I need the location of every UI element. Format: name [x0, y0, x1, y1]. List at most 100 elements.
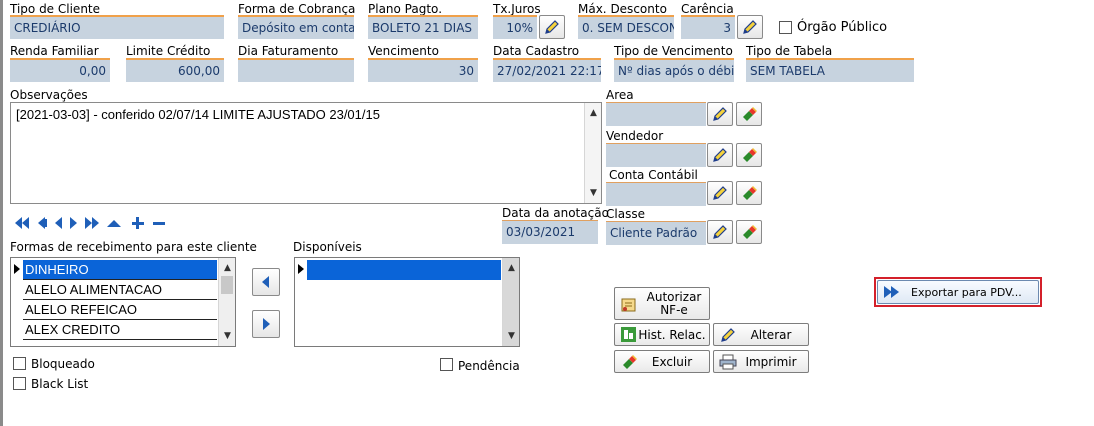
scroll-thumb[interactable] [221, 276, 233, 294]
scroll-down-icon[interactable]: ▼ [219, 328, 236, 344]
pen-icon [743, 20, 757, 34]
scroll-up-icon[interactable]: ▲ [219, 260, 236, 276]
plano-pagto-field[interactable]: BOLETO 21 DIAS [368, 15, 478, 39]
scroll-up-icon[interactable]: ▲ [585, 105, 602, 121]
eraser-icon [743, 225, 757, 239]
renda-familiar-label: Renda Familiar [10, 44, 99, 58]
tipo-vencimento-field[interactable]: Nº dias após o débit [614, 58, 734, 82]
delete-record-icon[interactable] [153, 222, 165, 225]
forma-cobranca-field[interactable]: Depósito em conta [238, 15, 354, 39]
formas-listbox[interactable]: DINHEIRO ALELO ALIMENTACAO ALELO REFEICA… [10, 257, 236, 347]
tipo-cliente-field[interactable]: CREDIÁRIO [10, 15, 224, 39]
last-record-icon[interactable] [85, 217, 99, 229]
conta-contabil-edit-button[interactable] [707, 181, 733, 205]
classe-edit-button[interactable] [707, 220, 733, 244]
observacoes-scrollbar[interactable]: ▲ ▼ [584, 103, 601, 203]
scroll-down-icon[interactable]: ▼ [585, 185, 602, 201]
disponiveis-listbox[interactable]: ▲ ▼ [294, 257, 520, 347]
orgao-publico-label: Órgão Público [797, 20, 888, 35]
vencimento-label: Vencimento [368, 44, 439, 58]
alterar-button[interactable]: Alterar [713, 323, 809, 346]
autorizar-nfe-button[interactable]: Autorizar NF-e [614, 287, 710, 320]
classe-label: Classe [606, 207, 645, 221]
pen-icon [713, 225, 727, 239]
classe-clear-button[interactable] [736, 220, 762, 244]
arrow-left-icon [262, 276, 269, 288]
area-field[interactable] [606, 102, 706, 126]
carencia-edit-button[interactable] [737, 15, 763, 39]
pen-icon [713, 186, 727, 200]
pen-icon [545, 20, 559, 34]
list-item[interactable] [307, 260, 501, 280]
exportar-pdv-button[interactable]: Exportar para PDV... [877, 280, 1039, 304]
disponiveis-scrollbar[interactable]: ▲ ▼ [502, 258, 519, 346]
hist-relac-button[interactable]: Hist. Relac. [614, 323, 710, 346]
disponiveis-label: Disponíveis [293, 240, 362, 254]
tx-juros-label: Tx.Juros [493, 2, 541, 16]
observacoes-textarea[interactable]: [2021-03-03] - conferido 02/07/14 LIMITE… [10, 102, 602, 204]
data-anotacao-label: Data da anotação [502, 206, 609, 220]
tipo-tabela-label: Tipo de Tabela [746, 44, 833, 58]
data-cadastro-field[interactable]: 27/02/2021 22:17 [493, 58, 601, 82]
max-desconto-field[interactable]: 0. SEM DESCON [578, 15, 674, 39]
scroll-down-icon[interactable]: ▼ [503, 328, 520, 344]
list-item[interactable]: ALEX CREDITO [23, 320, 217, 340]
list-item[interactable]: ALELO ALIMENTACAO [23, 280, 217, 300]
list-item[interactable]: DINHEIRO [23, 260, 217, 280]
plano-pagto-label: Plano Pagto. [368, 2, 443, 16]
tx-juros-field[interactable]: 10% [493, 15, 537, 39]
orgao-publico-checkbox[interactable] [779, 21, 792, 34]
list-item[interactable]: ALELO REFEICAO [23, 300, 217, 320]
dia-faturamento-field[interactable] [238, 58, 354, 82]
classe-field[interactable]: Cliente Padrão [606, 221, 706, 245]
limite-credito-field[interactable]: 600,00 [126, 58, 224, 82]
add-record-icon[interactable] [132, 217, 144, 229]
alterar-label: Alterar [750, 327, 792, 342]
hist-relac-label: Hist. Relac. [638, 327, 706, 342]
arrow-right-icon [263, 318, 270, 330]
area-edit-button[interactable] [707, 102, 733, 126]
conta-contabil-label: Conta Contábil [609, 168, 698, 182]
bloqueado-checkbox[interactable] [13, 357, 26, 370]
vendedor-clear-button[interactable] [736, 143, 762, 167]
formas-scrollbar[interactable]: ▲ ▼ [218, 258, 235, 346]
window-edge [0, 0, 3, 426]
prior-record-icon[interactable] [55, 217, 62, 229]
renda-familiar-field[interactable]: 0,00 [10, 58, 110, 82]
row-indicator-icon [298, 264, 304, 274]
pendencia-checkbox[interactable] [440, 358, 453, 371]
conta-contabil-field[interactable] [606, 182, 706, 206]
exportar-pdv-label: Exportar para PDV... [911, 285, 1022, 299]
prior-page-icon[interactable] [38, 217, 47, 229]
tx-juros-edit-button[interactable] [539, 15, 565, 39]
dia-faturamento-label: Dia Faturamento [238, 44, 339, 58]
eraser-icon [743, 186, 757, 200]
vencimento-field[interactable]: 30 [368, 58, 478, 82]
next-record-icon[interactable] [70, 217, 77, 229]
insert-record-icon[interactable] [107, 220, 121, 227]
eraser-icon [743, 148, 757, 162]
pen-icon [713, 148, 727, 162]
black-list-label: Black List [31, 377, 89, 391]
excluir-button[interactable]: Excluir [614, 350, 710, 373]
row-indicator-icon [14, 264, 20, 274]
area-clear-button[interactable] [736, 102, 762, 126]
tipo-tabela-field[interactable]: SEM TABELA [746, 58, 914, 82]
tipo-cliente-label: Tipo de Cliente [10, 2, 101, 16]
carencia-field[interactable]: 3 [681, 15, 735, 39]
tipo-vencimento-label: Tipo de Vencimento [614, 44, 733, 58]
move-left-button[interactable] [252, 268, 280, 296]
vendedor-field[interactable] [606, 143, 706, 167]
first-record-icon[interactable] [15, 217, 29, 229]
imprimir-label: Imprimir [745, 354, 797, 369]
move-right-button[interactable] [252, 310, 280, 338]
black-list-checkbox[interactable] [13, 377, 26, 390]
imprimir-button[interactable]: Imprimir [713, 350, 809, 373]
vendedor-label: Vendedor [606, 129, 664, 143]
data-anotacao-field[interactable]: 03/03/2021 [502, 220, 598, 244]
vendedor-edit-button[interactable] [707, 143, 733, 167]
observacoes-label: Observações [10, 88, 88, 102]
scroll-up-icon[interactable]: ▲ [503, 260, 520, 276]
data-cadastro-label: Data Cadastro [493, 44, 580, 58]
conta-contabil-clear-button[interactable] [736, 181, 762, 205]
